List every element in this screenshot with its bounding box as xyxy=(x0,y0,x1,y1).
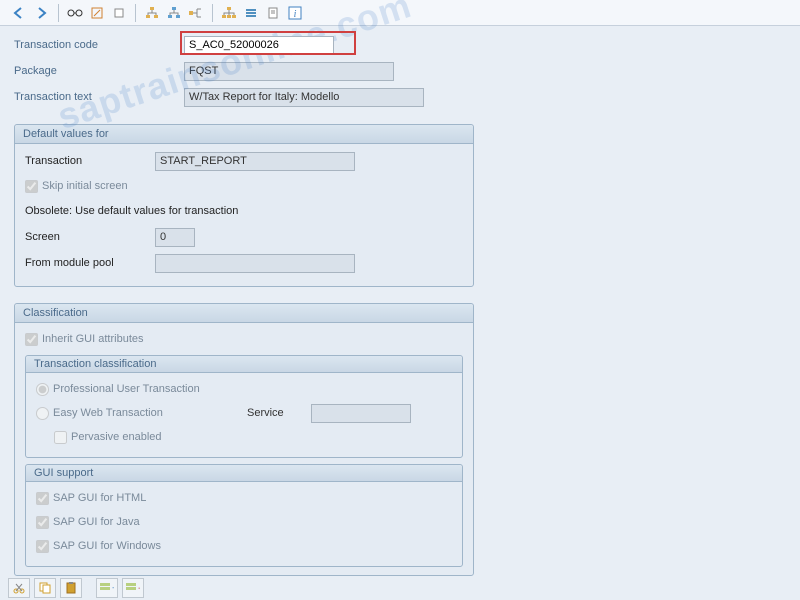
from-module-pool-label: From module pool xyxy=(25,257,155,269)
gui-html-checkbox[interactable] xyxy=(36,492,49,505)
svg-text:i: i xyxy=(294,9,297,20)
package-label: Package xyxy=(14,65,184,77)
transaction-classification-group: Transaction classification Professional … xyxy=(25,355,463,458)
gui-java-label: SAP GUI for Java xyxy=(53,516,140,528)
pervasive-checkbox[interactable] xyxy=(54,431,67,444)
transaction-label: Transaction xyxy=(25,155,155,167)
obsolete-text: Obsolete: Use default values for transac… xyxy=(25,205,238,217)
copy-icon[interactable] xyxy=(34,578,56,598)
inherit-gui-checkbox[interactable] xyxy=(25,333,38,346)
app-toolbar: i xyxy=(0,0,800,26)
back-icon[interactable] xyxy=(10,3,30,23)
gui-support-group: GUI support SAP GUI for HTML SAP GUI for… xyxy=(25,464,463,567)
package-field: FQST xyxy=(184,62,394,81)
bottom-toolbar: + − xyxy=(8,578,144,598)
glasses-icon[interactable] xyxy=(65,3,85,23)
default-values-group: Default values for Transaction START_REP… xyxy=(14,124,474,287)
screen-field: 0 xyxy=(155,228,195,247)
transaction-field: START_REPORT xyxy=(155,152,355,171)
new-icon[interactable] xyxy=(109,3,129,23)
svg-text:+: + xyxy=(112,583,114,593)
gui-html-label: SAP GUI for HTML xyxy=(53,492,146,504)
gui-win-checkbox[interactable] xyxy=(36,540,49,553)
from-module-pool-field xyxy=(155,254,355,273)
gui-win-label: SAP GUI for Windows xyxy=(53,540,161,552)
insert-row-icon[interactable]: + xyxy=(96,578,118,598)
info-icon[interactable]: i xyxy=(285,3,305,23)
gui-java-checkbox[interactable] xyxy=(36,516,49,529)
inherit-gui-label: Inherit GUI attributes xyxy=(42,333,144,345)
screen-label: Screen xyxy=(25,231,155,243)
edit-icon[interactable] xyxy=(87,3,107,23)
main-content: Transaction code Package FQST Transactio… xyxy=(0,26,800,584)
stack-icon[interactable] xyxy=(241,3,261,23)
tree3-icon[interactable] xyxy=(186,3,206,23)
classification-title: Classification xyxy=(15,304,473,323)
transaction-classification-title: Transaction classification xyxy=(26,356,462,373)
classification-group: Classification Inherit GUI attributes Tr… xyxy=(14,303,474,576)
prof-user-radio[interactable] xyxy=(36,383,49,396)
skip-initial-label: Skip initial screen xyxy=(42,180,128,192)
forward-icon[interactable] xyxy=(32,3,52,23)
default-values-title: Default values for xyxy=(15,125,473,144)
service-label: Service xyxy=(247,407,307,419)
gui-support-title: GUI support xyxy=(26,465,462,482)
easy-web-label: Easy Web Transaction xyxy=(53,407,243,419)
svg-text:−: − xyxy=(138,583,140,593)
service-field xyxy=(311,404,411,423)
skip-initial-checkbox[interactable] xyxy=(25,180,38,193)
transaction-code-label: Transaction code xyxy=(14,39,184,51)
pervasive-label: Pervasive enabled xyxy=(71,431,162,443)
prof-user-label: Professional User Transaction xyxy=(53,383,200,395)
cut-icon[interactable] xyxy=(8,578,30,598)
tree2-icon[interactable] xyxy=(164,3,184,23)
tree1-icon[interactable] xyxy=(142,3,162,23)
transaction-code-input[interactable] xyxy=(184,36,334,55)
easy-web-radio[interactable] xyxy=(36,407,49,420)
delete-row-icon[interactable]: − xyxy=(122,578,144,598)
doc-icon[interactable] xyxy=(263,3,283,23)
transaction-text-label: Transaction text xyxy=(14,91,184,103)
hierarchy-icon[interactable] xyxy=(219,3,239,23)
paste-icon[interactable] xyxy=(60,578,82,598)
transaction-text-field: W/Tax Report for Italy: Modello xyxy=(184,88,424,107)
